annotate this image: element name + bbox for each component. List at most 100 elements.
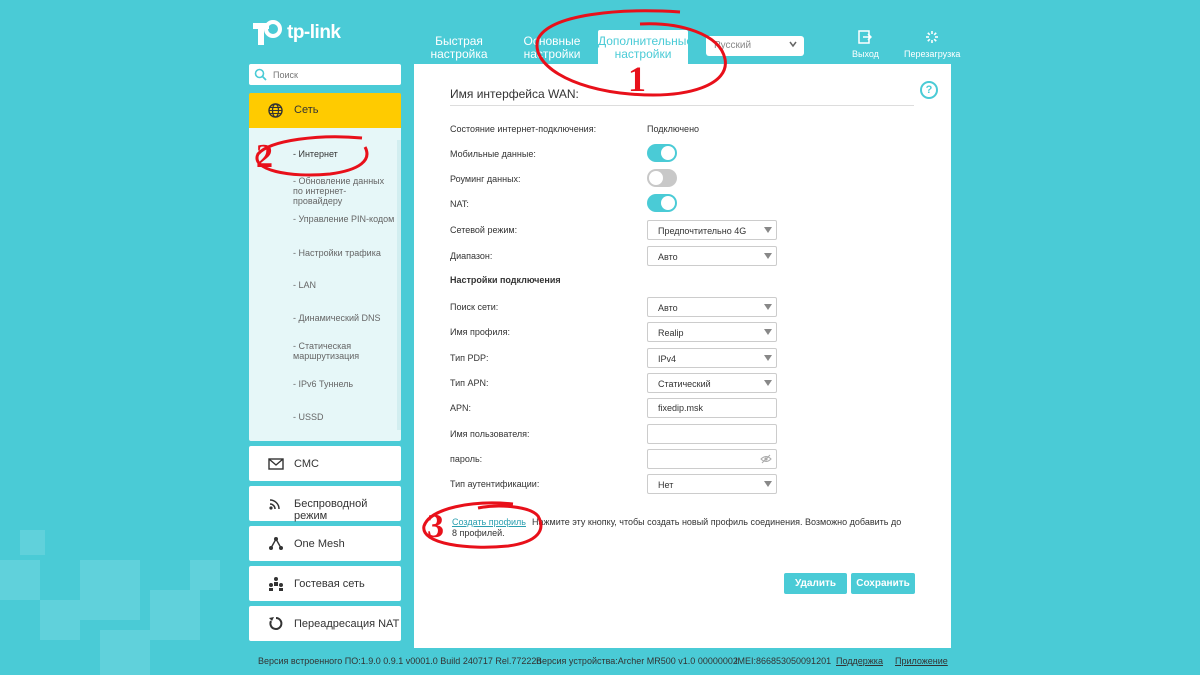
subnav-static-routing[interactable]: - Статическая маршрутизация	[293, 341, 373, 361]
submenu-scrollbar[interactable]	[397, 140, 401, 430]
create-profile-link[interactable]: Создать профиль	[452, 517, 530, 527]
subnav-lan[interactable]: - LAN	[293, 280, 316, 290]
username-label: Имя пользователя:	[450, 429, 530, 439]
subnav-isp-update[interactable]: - Обновление данных по интернет-провайде…	[293, 176, 393, 206]
band-select[interactable]: Авто	[647, 246, 777, 266]
language-select[interactable]: Русский	[706, 36, 804, 56]
username-input[interactable]	[647, 424, 777, 444]
network-search-label: Поиск сети:	[450, 302, 499, 312]
network-submenu: - Интернет - Обновление данных по интерн…	[249, 128, 401, 441]
network-search-value: Авто	[658, 303, 678, 313]
sidebar-item-network[interactable]: Сеть	[249, 93, 401, 128]
profile-name-select[interactable]: Realip	[647, 322, 777, 342]
apn-type-value: Статический	[658, 379, 711, 389]
roaming-toggle[interactable]	[647, 169, 677, 187]
network-mode-value: Предпочтительно 4G	[658, 226, 747, 236]
wifi-icon	[269, 499, 280, 510]
auth-type-label: Тип аутентификации:	[450, 479, 540, 489]
subnav-pin-management[interactable]: - Управление PIN-кодом	[293, 214, 394, 224]
search-input[interactable]	[273, 67, 393, 82]
auth-type-value: Нет	[658, 480, 674, 490]
sidebar-item-label: Гостевая сеть	[294, 578, 365, 590]
subnav-ipv6-tunnel[interactable]: - IPv6 Туннель	[293, 379, 353, 389]
background-decoration	[80, 560, 140, 620]
sidebar-item-onemesh[interactable]: One Mesh	[249, 526, 401, 561]
mesh-icon	[269, 537, 283, 550]
delete-button[interactable]: Удалить	[784, 573, 847, 594]
sidebar-item-sms[interactable]: СМС	[249, 446, 401, 481]
sidebar-item-nat-forwarding[interactable]: Переадресация NAT	[249, 606, 401, 641]
toggle-knob	[661, 196, 675, 210]
reboot-icon	[926, 31, 939, 43]
subnav-ddns[interactable]: - Динамический DNS	[293, 313, 381, 323]
status-label: Состояние интернет-подключения:	[450, 124, 597, 134]
sidebar-item-label: Сеть	[294, 104, 319, 116]
reboot-label: Перезагрузка	[904, 49, 961, 59]
status-value: Подключено	[647, 124, 700, 134]
section-divider	[450, 105, 914, 106]
apn-type-label: Тип APN:	[450, 378, 489, 388]
tab-quick-setup[interactable]: Быстрая настройка	[414, 35, 504, 61]
toggle-knob	[649, 171, 663, 185]
pdp-type-select[interactable]: IPv4	[647, 348, 777, 368]
subnav-ussd[interactable]: - USSD	[293, 412, 324, 422]
connection-settings-heading: Настройки подключения	[450, 275, 561, 285]
main-panel: Имя интерфейса WAN: ? Состояние интернет…	[414, 64, 951, 648]
search-box[interactable]	[249, 64, 401, 85]
guest-icon	[269, 577, 283, 591]
dropdown-arrow-icon	[764, 304, 772, 310]
network-mode-select[interactable]: Предпочтительно 4G	[647, 220, 777, 240]
language-value: Русский	[714, 40, 752, 51]
background-decoration	[0, 560, 40, 600]
network-search-select[interactable]: Авто	[647, 297, 777, 317]
network-mode-label: Сетевой режим:	[450, 225, 518, 235]
mobile-data-toggle[interactable]	[647, 144, 677, 162]
sidebar-item-wireless[interactable]: Беспроводной режим	[249, 486, 401, 522]
eye-hidden-icon[interactable]	[760, 454, 772, 464]
brand-name: tp-link	[287, 22, 341, 43]
app-link[interactable]: Приложение	[895, 656, 948, 666]
profile-name-label: Имя профиля:	[450, 327, 510, 337]
chevron-down-icon	[789, 41, 797, 48]
toggle-knob	[661, 146, 675, 160]
reboot-button[interactable]: Перезагрузка	[904, 30, 960, 59]
auth-type-select[interactable]: Нет	[647, 474, 777, 494]
tab-advanced-settings[interactable]: Дополнительные настройки	[598, 30, 693, 64]
dropdown-arrow-icon	[764, 227, 772, 233]
globe-icon	[268, 103, 283, 118]
sidebar-item-label: Беспроводной режим	[294, 498, 368, 522]
hardware-version: Версия устройства:Archer MR500 v1.0 0000…	[536, 656, 738, 666]
sidebar-item-guest[interactable]: Гостевая сеть	[249, 566, 401, 601]
sidebar-item-label: Переадресация NAT	[294, 618, 400, 630]
dropdown-arrow-icon	[764, 481, 772, 487]
dropdown-arrow-icon	[764, 253, 772, 259]
dropdown-arrow-icon	[764, 380, 772, 386]
nat-toggle[interactable]	[647, 194, 677, 212]
help-icon[interactable]: ?	[920, 81, 938, 99]
pdp-type-label: Тип PDP:	[450, 353, 489, 363]
tab-basic-settings[interactable]: Основные настройки	[507, 35, 597, 61]
apn-type-select[interactable]: Статический	[647, 373, 777, 393]
tp-link-logo: tp-link	[249, 17, 341, 49]
apn-input[interactable]: fixedip.msk	[647, 398, 777, 418]
background-decoration	[40, 600, 80, 640]
logout-button[interactable]: Выход	[852, 30, 879, 59]
tp-link-logo-mark	[253, 20, 282, 45]
subnav-internet[interactable]: - Интернет	[293, 149, 338, 159]
background-decoration	[150, 590, 200, 640]
save-button[interactable]: Сохранить	[851, 573, 915, 594]
logout-label: Выход	[852, 49, 879, 59]
subnav-traffic-settings[interactable]: - Настройки трафика	[293, 248, 381, 258]
sidebar-item-label: One Mesh	[294, 538, 345, 550]
background-decoration	[20, 530, 45, 555]
firmware-version: Версия встроенного ПО:1.9.0 0.9.1 v0001.…	[258, 656, 542, 666]
support-link[interactable]: Поддержка	[836, 656, 883, 666]
section-title: Имя интерфейса WAN:	[450, 87, 579, 101]
dropdown-arrow-icon	[764, 355, 772, 361]
password-label: пароль:	[450, 454, 483, 464]
apn-label: APN:	[450, 403, 472, 413]
imei: IMEI:866853050091201	[735, 656, 832, 666]
footer: Версия встроенного ПО:1.9.0 0.9.1 v0001.…	[249, 648, 951, 675]
password-input[interactable]	[647, 449, 777, 469]
roaming-label: Роуминг данных:	[450, 174, 521, 184]
